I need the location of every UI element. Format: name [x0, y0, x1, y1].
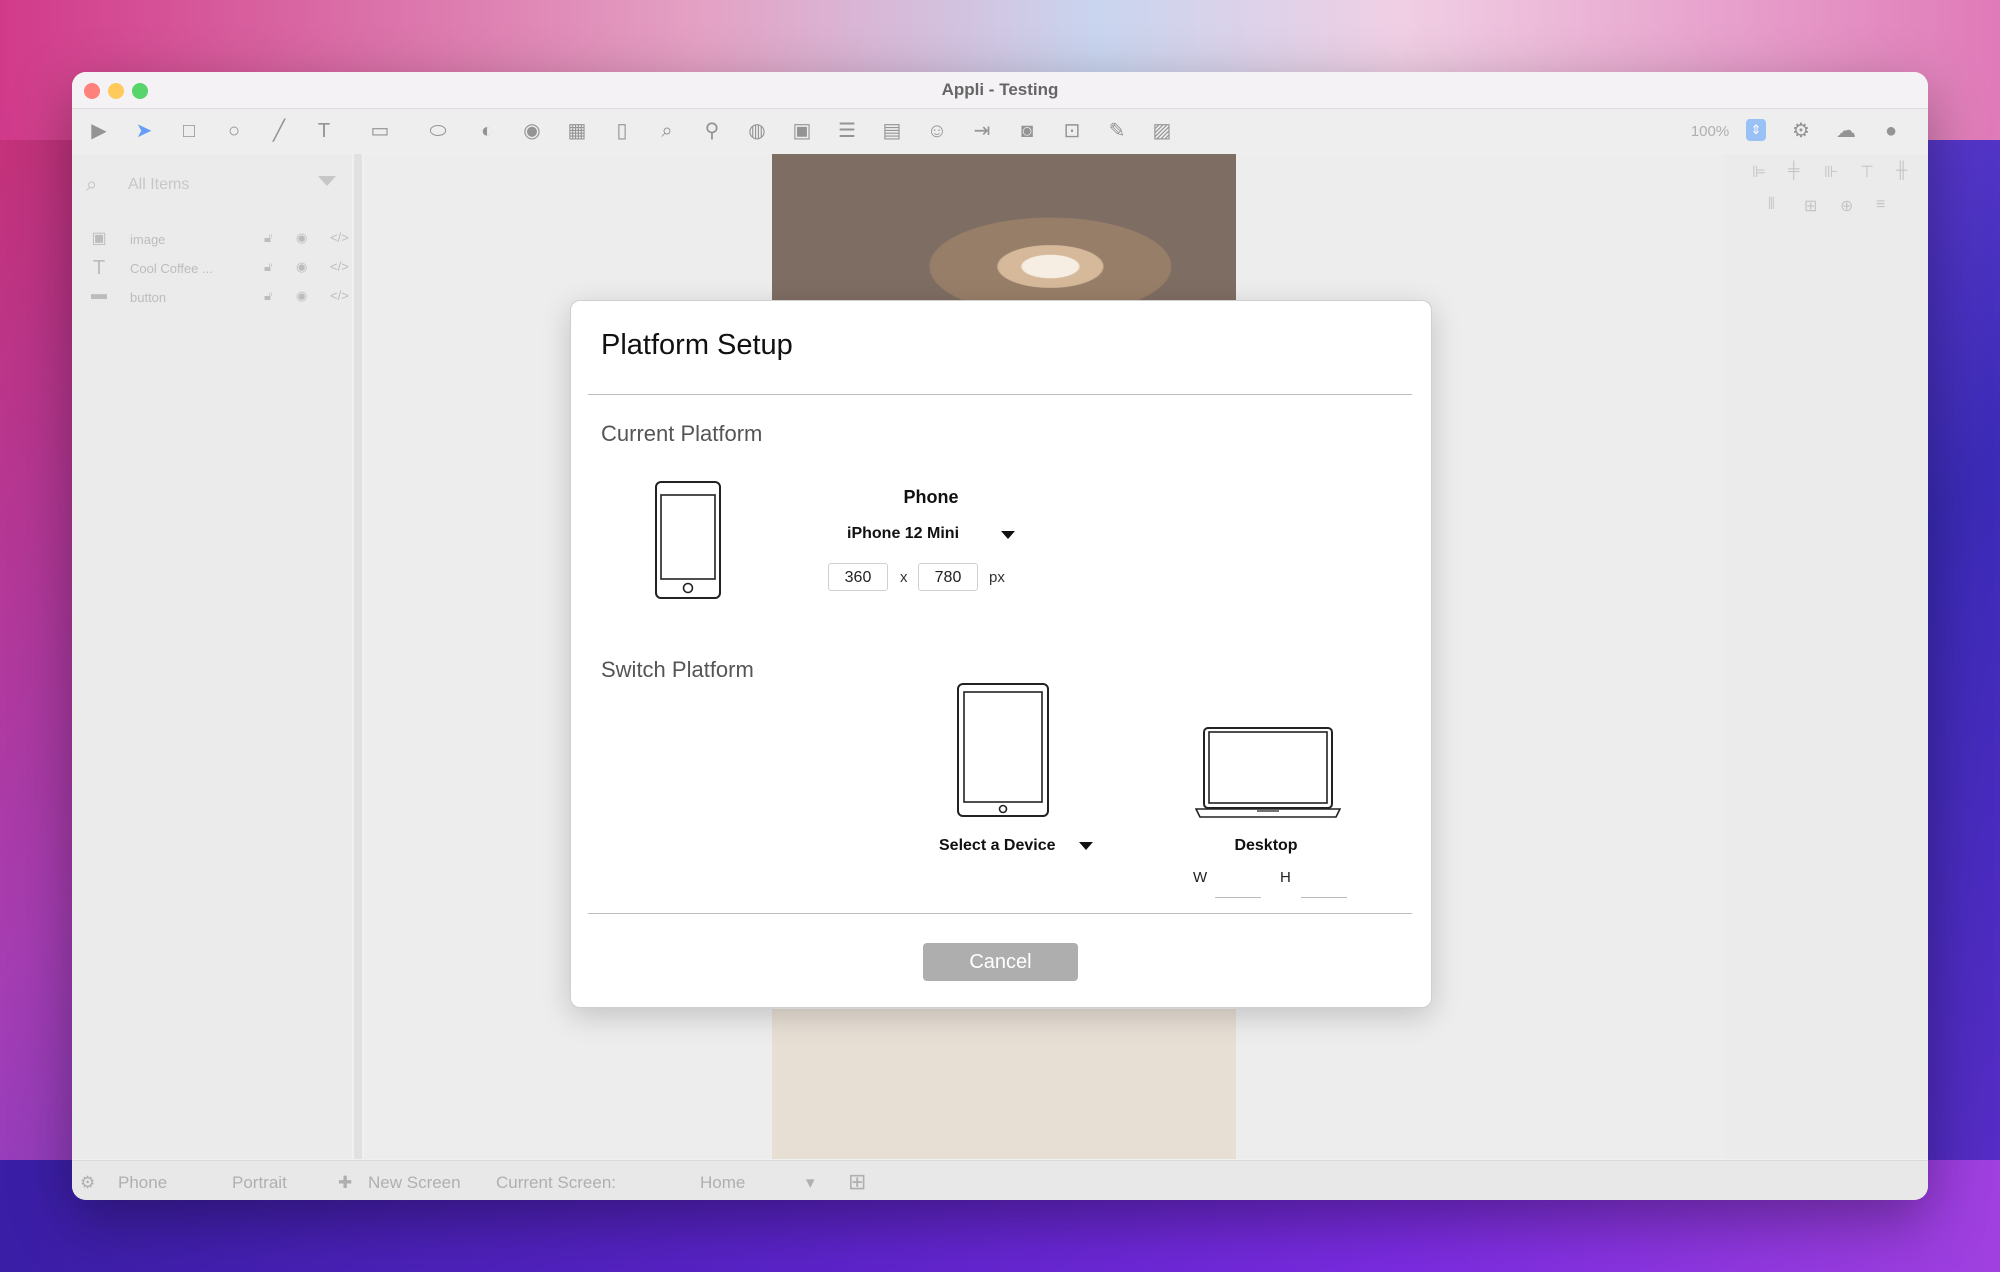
desktop-height-label: H [1280, 869, 1291, 886]
laptop-icon[interactable] [1195, 727, 1341, 819]
divider [588, 394, 1412, 395]
tablet-icon[interactable] [957, 683, 1049, 817]
desktop-label: Desktop [1234, 837, 1298, 854]
device-select[interactable]: iPhone 12 Mini [847, 525, 1015, 543]
switch-platform-heading: Switch Platform [601, 657, 754, 682]
chevron-down-icon[interactable] [1079, 842, 1093, 850]
cancel-button[interactable]: Cancel [923, 943, 1078, 981]
desktop-height-input[interactable] [1301, 897, 1347, 898]
unit-label: px [989, 569, 1005, 586]
select-device-dropdown[interactable]: Select a Device [939, 837, 1093, 855]
select-device-label: Select a Device [939, 837, 1056, 854]
device-select-value: iPhone 12 Mini [847, 525, 960, 542]
chevron-down-icon[interactable] [1001, 531, 1015, 539]
current-platform-heading: Current Platform [601, 421, 763, 446]
dialog-title: Platform Setup [601, 329, 793, 361]
platform-setup-dialog: Platform Setup Current Platform Phone iP… [570, 300, 1432, 1008]
height-input[interactable]: 780 [918, 563, 978, 591]
width-input[interactable]: 360 [828, 563, 888, 591]
desktop-width-label: W [1193, 869, 1208, 886]
phone-icon [655, 481, 721, 599]
dimension-separator: x [900, 569, 908, 586]
divider [588, 913, 1412, 914]
current-platform-name: Phone [903, 487, 959, 507]
desktop-width-input[interactable] [1215, 897, 1261, 898]
